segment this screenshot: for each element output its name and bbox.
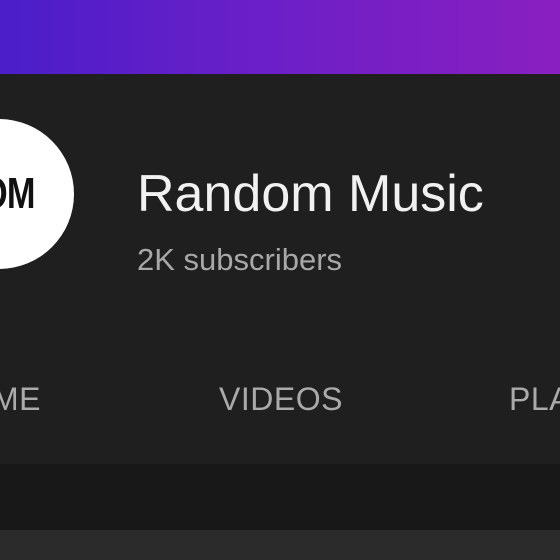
tab-playlists[interactable]: PLA	[509, 379, 560, 419]
content-area	[0, 464, 560, 530]
avatar-logo-text: OM	[0, 169, 36, 218]
channel-name: Random Music	[137, 165, 484, 223]
channel-banner	[0, 0, 560, 74]
tab-videos[interactable]: VIDEOS	[219, 379, 343, 419]
channel-avatar[interactable]: OM	[0, 119, 74, 269]
channel-header: OM Random Music 2K subscribers ME VIDEOS…	[0, 74, 560, 464]
content-divider	[0, 530, 560, 560]
tab-home[interactable]: ME	[0, 379, 41, 419]
subscriber-count: 2K subscribers	[137, 242, 343, 277]
